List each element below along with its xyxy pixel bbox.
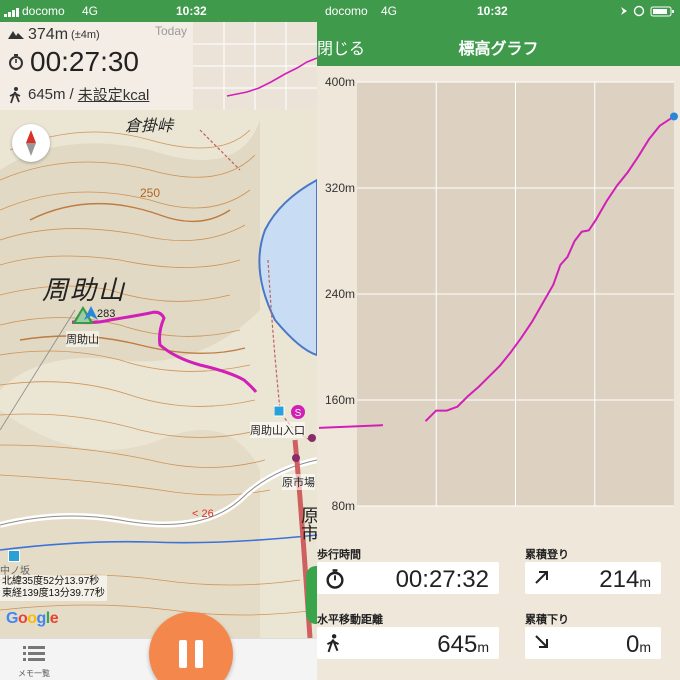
status-bar: docomo 4G 10:32 — [317, 0, 680, 22]
walker-icon — [9, 86, 21, 103]
calories-link[interactable]: 未設定kcal — [78, 84, 150, 105]
distance-label: 水平移動距離 — [317, 614, 383, 626]
longitude: 東経139度13分39.77秒 — [2, 588, 105, 599]
mini-elevation-graph[interactable] — [193, 22, 317, 110]
page-title: 標高グラフ — [458, 41, 539, 58]
trailhead-label: 周助山入口 — [250, 422, 305, 438]
distance-value: 645m — [28, 86, 66, 103]
y-tick-label: 160m — [325, 393, 355, 407]
distance-row: 645m / 未設定kcal — [8, 84, 149, 105]
clock: 10:32 — [477, 4, 508, 18]
current-position-point — [670, 112, 678, 121]
elapsed-time: 00:27:30 — [30, 46, 139, 77]
y-tick-label: 80m — [332, 499, 355, 513]
distance-unit: m — [477, 639, 489, 655]
network-type: 4G — [381, 4, 398, 18]
elevation-accuracy: (±4m) — [71, 29, 100, 41]
track-dot — [292, 454, 300, 462]
descent-unit: m — [639, 639, 651, 655]
network-type: 4G — [82, 4, 99, 18]
compass-button[interactable] — [12, 124, 50, 162]
stopwatch-icon — [9, 54, 23, 70]
parking-icon: S — [273, 405, 305, 419]
summit-elevation: 283 — [97, 308, 116, 320]
elevation-row: 374m (±4m) — [8, 26, 100, 44]
walk-time-value: 00:27:32 — [395, 566, 489, 593]
clock: 10:32 — [176, 4, 207, 18]
mountain-name: 周助山 — [42, 275, 127, 305]
time-row: 00:27:30 — [8, 46, 139, 78]
ascent-card: 214m — [525, 562, 661, 594]
map-screen: 倉掛峠 250 周助山 283 周助山 S 周助山入口 原市場 < 26 原市 … — [0, 0, 317, 680]
memo-list-label: メモ一覧 — [18, 669, 50, 678]
ascent-unit: m — [639, 574, 651, 590]
elevation-graph-screen: docomo 4G 10:32 閉じる 標高グラフ 80m 160m 240m 320… — [317, 0, 680, 680]
carrier: docomo — [22, 4, 65, 18]
elevation-chart[interactable]: 80m 160m 240m 320m 400m — [317, 66, 680, 518]
side-panel-tab[interactable] — [306, 566, 317, 624]
stats-panel[interactable]: Today 374m (±4m) 00:27:30 645m / 未設定kcal — [0, 22, 317, 110]
y-tick-label: 320m — [325, 181, 355, 195]
summit-label: 周助山 — [66, 331, 99, 347]
separator: / — [69, 86, 74, 103]
topo-map[interactable]: 倉掛峠 250 周助山 283 周助山 S 周助山入口 原市場 < 26 原市 … — [0, 110, 317, 639]
walker-icon — [326, 634, 340, 653]
memo-list-button[interactable]: メモ一覧 — [14, 645, 54, 679]
road-number: < 26 — [192, 508, 214, 520]
ascent-label: 累積登り — [525, 549, 569, 561]
arrow-down-right-icon — [535, 635, 548, 648]
chart-canvas: 80m 160m 240m 320m 400m — [318, 75, 678, 513]
google-logo: Google — [6, 610, 59, 627]
descent-label: 累積下り — [525, 614, 569, 626]
town-label: 原市 — [299, 506, 317, 542]
status-icons — [621, 5, 674, 17]
stopwatch-icon — [326, 569, 344, 589]
map-pin-icon — [8, 550, 20, 562]
walk-time-label: 歩行時間 — [317, 549, 361, 561]
status-bar: docomo 4G 10:32 — [0, 0, 317, 22]
track-dot — [308, 434, 316, 442]
location-arrow-icon — [84, 306, 98, 325]
list-icon — [23, 646, 45, 661]
today-label: Today — [155, 24, 188, 38]
descent-value: 0 — [625, 631, 640, 658]
ascent-value: 214 — [599, 566, 640, 593]
arrow-up-right-icon — [535, 571, 548, 584]
y-tick-label: 240m — [325, 287, 355, 301]
market-label: 原市場 — [282, 474, 315, 490]
coordinates: 北緯35度52分13.97秒 東経139度13分39.77秒 — [0, 575, 107, 601]
mini-graph-canvas — [193, 22, 317, 110]
compass-icon — [26, 130, 36, 156]
nav-header: docomo 4G 10:32 閉じる 標高グラフ — [317, 0, 680, 66]
distance-card: 645m — [317, 627, 499, 659]
walk-time-card: 00:27:32 — [317, 562, 499, 594]
latitude: 北緯35度52分13.97秒 — [2, 576, 100, 587]
y-tick-label: 400m — [325, 75, 355, 89]
pause-icon-bar — [195, 640, 203, 668]
mountain-icon — [8, 31, 24, 39]
svg-text:S: S — [295, 408, 302, 419]
signal-icon — [4, 8, 19, 17]
pause-icon — [179, 640, 187, 668]
distance-value: 645 — [437, 631, 478, 658]
descent-card: 0m — [525, 627, 661, 659]
pass-label: 倉掛峠 — [125, 118, 174, 135]
carrier: docomo — [325, 4, 368, 18]
contour-label: 250 — [140, 186, 161, 200]
road-number-text: 26 — [201, 508, 214, 520]
elevation-value: 374m — [28, 26, 69, 43]
